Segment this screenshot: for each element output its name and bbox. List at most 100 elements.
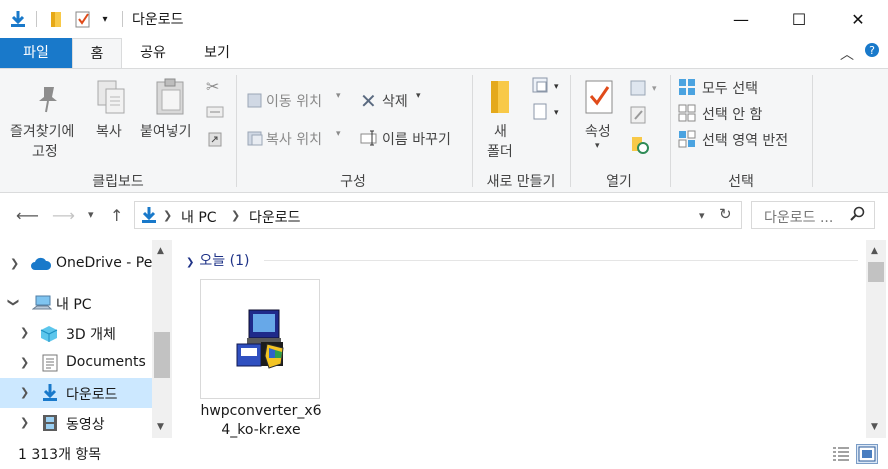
delete-icon[interactable]: ✕ [360,89,377,113]
tab-view[interactable]: 보기 [184,38,250,68]
ribbon-home: 즐겨찾기에 고정 복사 붙여넣기 ✂ 클립보드 이동 위치 ▾ 복사 위치 ▾ … [0,68,888,193]
expand-chevron-icon[interactable]: ❯ [20,386,29,399]
back-button[interactable]: ⟵ [16,206,39,225]
expand-chevron-icon[interactable]: ❯ [20,356,29,369]
tab-home[interactable]: 홈 [72,38,122,68]
nav-scrollbar[interactable]: ▲ ▼ [152,240,172,438]
cut-icon[interactable]: ✂ [206,77,219,96]
refresh-icon[interactable]: ↻ [719,205,732,223]
copy-to-dropdown-icon[interactable]: ▾ [336,129,341,139]
expand-chevron-icon[interactable]: ❯ [10,257,19,270]
scroll-up-icon[interactable]: ▲ [157,246,164,256]
help-icon[interactable]: ? [864,42,880,62]
open-group-label: 열기 [606,174,632,190]
nav-item-onedrive[interactable]: ❯ OneDrive - Pe [0,249,152,279]
scroll-up-icon[interactable]: ▲ [871,246,878,256]
large-icons-view-button[interactable] [856,444,878,464]
copy-button[interactable]: 복사 [96,121,122,141]
copy-icon[interactable] [96,79,128,121]
search-icon [850,206,866,226]
details-view-icon [833,447,849,461]
paste-shortcut-icon[interactable] [208,131,222,151]
nav-item-documents[interactable]: ❯ Documents [0,348,152,378]
select-all-button[interactable]: 모두 선택 [702,78,758,98]
invert-selection-button[interactable]: 선택 영역 반전 [702,130,788,150]
delete-button[interactable]: 삭제 [382,91,408,111]
download-folder-icon[interactable] [8,9,28,29]
expand-chevron-icon[interactable]: ❯ [20,416,29,429]
svg-text:▾: ▾ [554,108,559,118]
details-view-button[interactable] [830,444,852,464]
nav-scroll-thumb[interactable] [154,332,170,378]
move-to-icon[interactable] [246,91,264,113]
tab-share[interactable]: 공유 [122,38,184,68]
content-scrollbar[interactable]: ▲ ▼ [866,240,886,438]
file-item-hwpconverter[interactable] [200,279,320,399]
maximize-button[interactable]: ☐ [770,0,828,38]
select-none-icon[interactable] [678,104,696,126]
recent-locations-button[interactable]: ▾ [88,208,94,221]
expand-chevron-icon[interactable]: ❯ [20,326,29,339]
download-arrow-icon [42,383,58,407]
edit-icon[interactable] [630,105,648,129]
properties-button[interactable]: 속성 [585,121,611,141]
nav-item-this-pc[interactable]: ❯ 내 PC [0,288,152,318]
clipboard-group-label: 클립보드 [92,174,144,190]
forward-button[interactable]: ⟶ [52,206,75,225]
new-folder-button[interactable]: 새 [494,121,507,141]
tab-file[interactable]: 파일 [0,38,72,68]
rename-icon[interactable] [360,129,380,151]
scroll-down-icon[interactable]: ▼ [157,422,164,432]
new-folder-icon[interactable] [486,77,516,121]
move-to-dropdown-icon[interactable]: ▾ [336,91,341,101]
move-to-button[interactable]: 이동 위치 [266,91,322,111]
nav-item-label: OneDrive - Pe [56,255,153,271]
group-header-today[interactable]: ❯ 오늘 (1) [186,250,249,270]
ribbon-separator [570,75,571,187]
content-scroll-thumb[interactable] [868,262,884,282]
pin-to-quick-access-button[interactable]: 즐겨찾기에 [10,121,74,141]
breadcrumb-chevron-icon[interactable]: ❯ [163,209,172,222]
new-item-icon[interactable]: ▾ [532,77,562,99]
group-header-label: 오늘 (1) [199,253,250,269]
easy-access-icon[interactable]: ▾ [532,103,562,125]
up-button[interactable]: ↑ [110,206,123,225]
minimize-button[interactable]: — [712,0,770,38]
ribbon-tabs: 파일 홈 공유 보기 [0,38,888,68]
copy-path-icon[interactable] [206,105,224,123]
file-name-line: hwpconverter_x6 [200,403,322,419]
nav-item-3d-objects[interactable]: ❯ 3D 개체 [0,318,152,348]
select-none-button[interactable]: 선택 안 함 [702,104,762,124]
breadcrumb-chevron-icon[interactable]: ❯ [231,209,240,222]
properties-dropdown-icon[interactable]: ▾ [595,141,600,151]
history-icon[interactable] [630,135,650,159]
properties-icon[interactable] [584,79,616,119]
customize-toolbar-icon[interactable]: ▾ [98,9,112,29]
collapse-chevron-icon[interactable]: ❯ [7,298,20,307]
breadcrumb-this-pc[interactable]: 내 PC [181,207,217,227]
close-button[interactable]: ✕ [829,0,887,38]
copy-to-button[interactable]: 복사 위치 [266,129,322,149]
address-bar[interactable]: ❯ 내 PC ❯ 다운로드 ▾ ↻ [134,201,742,229]
search-box[interactable]: 다운로드 ... [751,201,875,229]
nav-item-videos[interactable]: ❯ 동영상 [0,408,152,438]
collapse-ribbon-icon[interactable]: ︿ [840,44,854,64]
delete-dropdown-icon[interactable]: ▾ [416,91,421,101]
rename-button[interactable]: 이름 바꾸기 [382,129,451,149]
address-dropdown-icon[interactable]: ▾ [699,209,705,222]
breadcrumb-downloads[interactable]: 다운로드 [249,207,301,227]
file-name[interactable]: hwpconverter_x6 4_ko-kr.exe [196,402,326,440]
nav-item-downloads[interactable]: ❯ 다운로드 [0,378,152,408]
quick-access-folder-icon[interactable] [48,9,64,29]
quick-access-properties-icon[interactable] [74,9,92,29]
ribbon-separator [670,75,671,187]
select-all-icon[interactable] [678,78,696,100]
paste-button[interactable]: 붙여넣기 [140,121,192,141]
paste-icon[interactable] [154,77,188,121]
scroll-down-icon[interactable]: ▼ [871,422,878,432]
invert-selection-icon[interactable] [678,130,696,152]
copy-to-icon[interactable] [246,129,264,151]
pin-icon[interactable] [34,83,62,117]
group-collapse-icon[interactable]: ❯ [186,257,194,268]
open-icon[interactable]: ▾ [630,79,660,101]
